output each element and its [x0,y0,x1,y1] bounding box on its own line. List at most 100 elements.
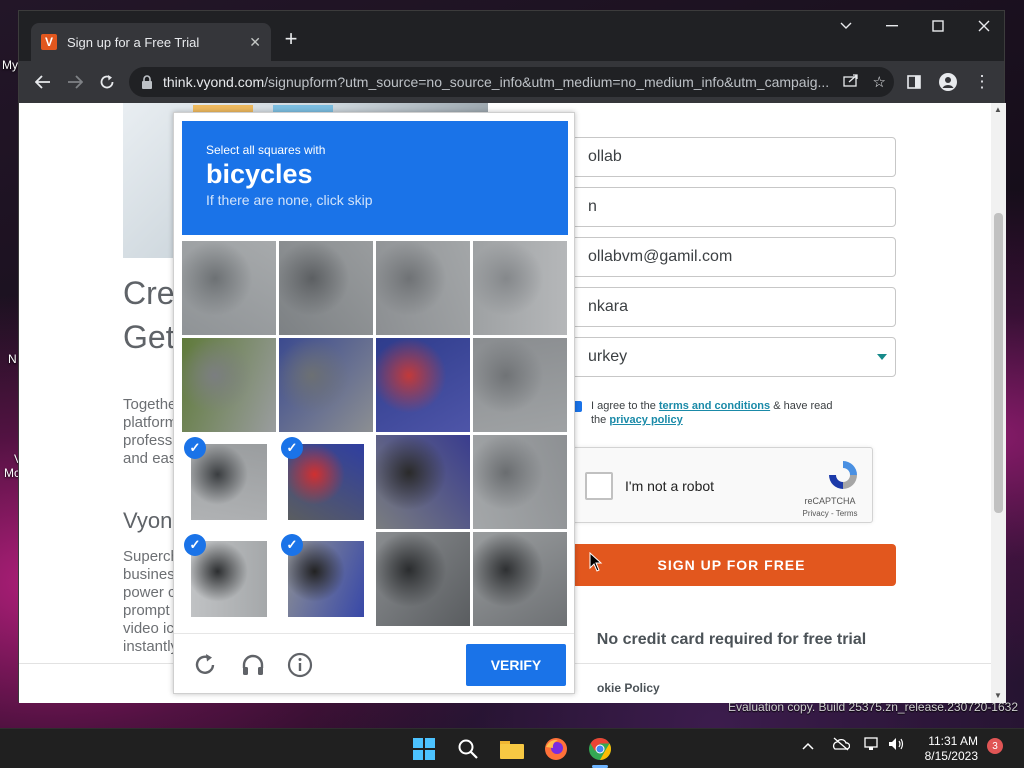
forward-arrow-icon[interactable] [59,66,91,98]
captcha-tile-image [473,241,567,335]
reload-icon[interactable] [91,66,123,98]
close-window-icon[interactable] [961,11,1007,41]
privacy-link[interactable]: privacy policy [609,414,682,426]
first-name-field[interactable]: ollab [567,137,896,177]
windows-start-icon[interactable] [408,733,440,765]
chrome-icon[interactable] [584,733,616,765]
terms-link[interactable]: terms and conditions [659,400,770,412]
email-field[interactable]: ollabvm@gamil.com [567,237,896,277]
bookmark-star-icon[interactable]: ☆ [873,73,886,91]
captcha-tile[interactable] [376,435,470,529]
captcha-tile-image [376,532,470,626]
profile-icon[interactable] [932,66,964,98]
vyond-favicon-icon: V [41,34,57,50]
new-tab-icon[interactable]: + [277,25,305,53]
system-clock[interactable]: 11:31 AM 8/15/2023 [918,734,978,764]
back-arrow-icon[interactable] [27,66,59,98]
captcha-tile[interactable] [279,241,373,335]
captcha-tile[interactable] [473,241,567,335]
captcha-tile[interactable] [376,532,470,626]
captcha-tile-image [182,241,276,335]
recaptcha-label: I'm not a robot [625,478,715,494]
side-panel-icon[interactable] [898,66,930,98]
recaptcha-brand: reCAPTCHA [804,496,856,506]
captcha-tile-image [473,338,567,432]
close-tab-icon[interactable]: ✕ [249,34,261,51]
recaptcha-links[interactable]: Privacy - Terms [800,509,860,518]
feature-paragraph: Superch busines power c prompt video ic … [123,548,179,656]
captcha-tile[interactable] [473,338,567,432]
captcha-tile[interactable] [376,241,470,335]
captcha-tile-image [473,532,567,626]
browser-toolbar: think.vyond.com/signupform?utm_source=no… [19,61,1004,103]
agree-text: I agree to the terms and conditions & ha… [591,399,851,427]
volume-icon[interactable] [888,737,906,754]
tray-overflow-chevron-icon[interactable] [802,737,814,753]
country-select[interactable]: urkey [567,337,896,377]
cookie-policy-link[interactable]: okie Policy [597,681,660,695]
captcha-tile[interactable] [473,435,567,529]
text-line: prompt [123,602,170,619]
captcha-tile-image [473,435,567,529]
recaptcha-checkbox[interactable] [585,472,613,500]
country-value: urkey [588,348,628,365]
more-menu-icon[interactable]: ⋮ [966,66,998,98]
text-line: Togethe [123,396,177,413]
search-icon[interactable] [452,733,484,765]
audio-challenge-icon[interactable] [240,652,266,678]
captcha-challenge: Select all squares with bicycles If ther… [173,112,575,694]
scroll-up-icon[interactable]: ▲ [994,105,1002,114]
notification-badge[interactable]: 3 [987,738,1003,754]
taskbar: 11:31 AM 8/15/2023 3 [0,728,1024,768]
file-explorer-icon[interactable] [496,733,528,765]
captcha-tile[interactable] [473,532,567,626]
mouse-cursor-icon [589,552,603,572]
sign-up-button[interactable]: SIGN UP FOR FREE [567,544,896,586]
scroll-down-icon[interactable]: ▼ [994,691,1002,700]
text-line: instantly [123,638,179,655]
info-icon[interactable] [287,652,313,678]
network-icon[interactable] [864,737,882,754]
captcha-tile-image [279,338,373,432]
address-bar[interactable]: think.vyond.com/signupform?utm_source=no… [129,67,894,97]
clock-date: 8/15/2023 [924,749,978,763]
captcha-instruction: Select all squares with [206,143,326,157]
agree-prefix: I agree to the [591,400,659,412]
captcha-footer: VERIFY [174,633,574,693]
desktop-icon-label[interactable]: N [8,352,17,366]
reload-challenge-icon[interactable] [192,652,218,678]
onedrive-icon[interactable] [832,737,851,754]
captcha-tile[interactable] [182,338,276,432]
maximize-icon[interactable] [915,11,961,41]
tab-strip: V Sign up for a Free Trial ✕ + [19,11,1004,61]
section-subhead: Vyon [123,508,173,533]
firefox-icon[interactable] [540,733,572,765]
captcha-tile-image [376,338,470,432]
tab-signup[interactable]: V Sign up for a Free Trial ✕ [31,23,271,61]
page-scrollbar[interactable]: ▲ ▼ [991,103,1006,703]
captcha-tile[interactable]: ✓ [182,435,276,529]
verify-button[interactable]: VERIFY [466,644,566,686]
minimize-icon[interactable] [869,11,915,41]
captcha-image-grid: ✓ ✓ ✓ ✓ [182,241,568,627]
captcha-hint: If there are none, click skip [206,192,373,208]
lock-icon[interactable] [141,75,153,89]
captcha-tile[interactable] [279,338,373,432]
clock-time: 11:31 AM [928,734,978,748]
url-path: /signupform?utm_source=no_source_info&ut… [264,74,830,90]
captcha-tile[interactable]: ✓ [182,532,276,626]
tab-search-chevron-icon[interactable] [823,11,869,41]
desktop-icon-label[interactable]: My [2,58,18,72]
captcha-tile[interactable] [182,241,276,335]
share-icon[interactable] [842,73,859,91]
captcha-tile[interactable]: ✓ [279,532,373,626]
text-line: professi [123,432,176,449]
captcha-tile[interactable] [376,338,470,432]
text-line: platform [123,414,178,431]
intro-paragraph: Togethe platform professi and eas [123,396,177,468]
captcha-tile[interactable]: ✓ [279,435,373,529]
scroll-thumb[interactable] [994,213,1003,513]
city-field[interactable]: nkara [567,287,896,327]
last-name-field[interactable]: n [567,187,896,227]
captcha-tile-image [182,338,276,432]
